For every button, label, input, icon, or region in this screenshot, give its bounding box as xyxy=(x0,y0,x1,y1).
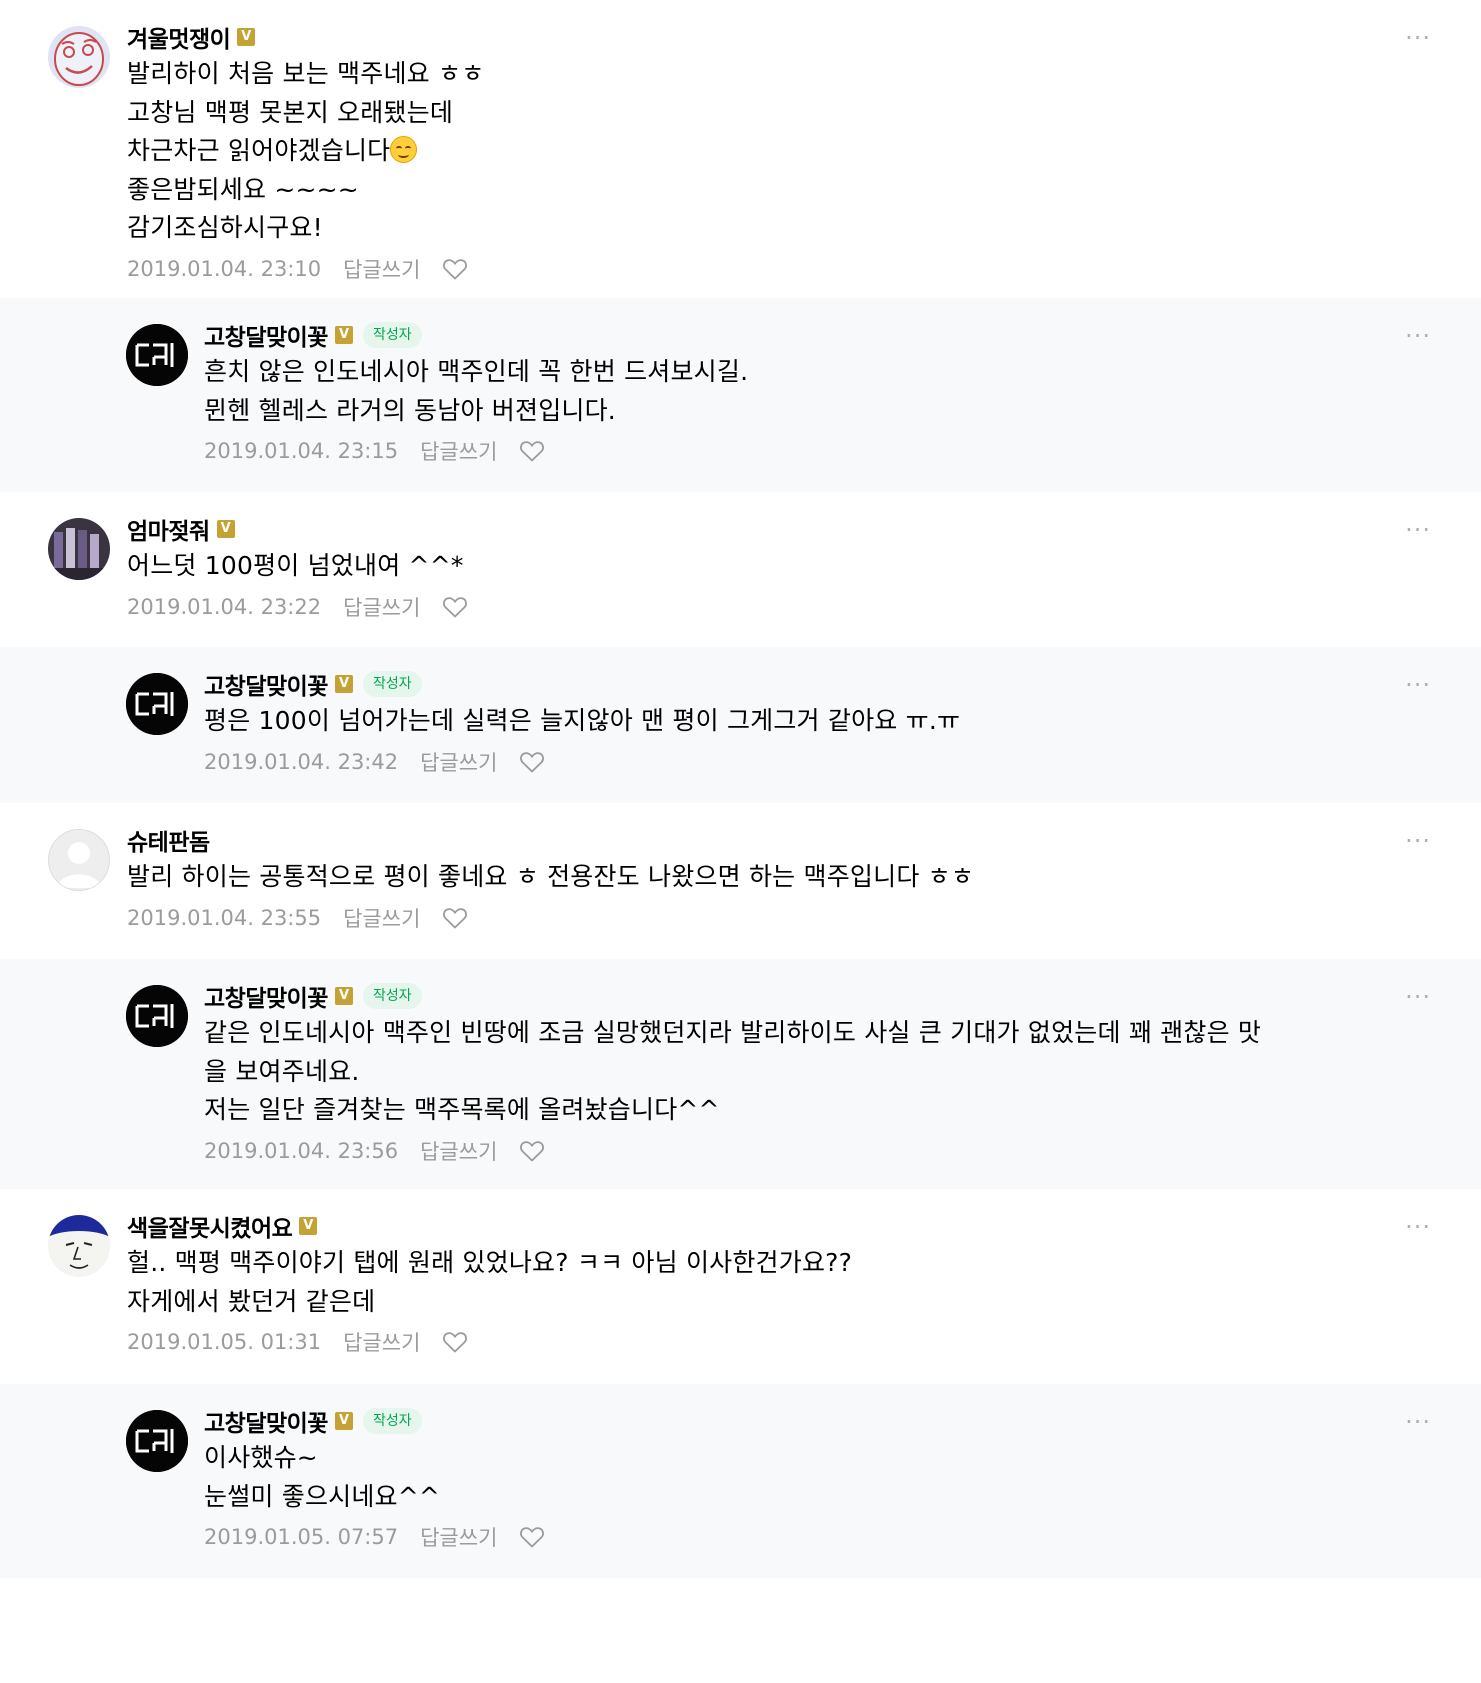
nickname[interactable]: 슈테판돔 xyxy=(127,823,210,857)
comment-date: 2019.01.05. 07:57 xyxy=(204,1525,399,1549)
verified-badge-icon: V xyxy=(216,520,235,538)
avatar[interactable] xyxy=(126,324,188,386)
reply-item: 고창달맞이꽃 V 작성자 같은 인도네시아 맥주인 빈땅에 조금 실망했던지라 … xyxy=(0,959,1481,1189)
avatar[interactable] xyxy=(48,829,110,891)
comment-date: 2019.01.04. 23:42 xyxy=(204,749,399,774)
author-badge: 작성자 xyxy=(362,983,422,1009)
nickname[interactable]: 겨울멋쟁이 xyxy=(127,20,231,54)
heart-icon[interactable] xyxy=(442,1330,468,1354)
comment-item: 겨울멋쟁이 V 발리하이 처음 보는 맥주네요 ㅎㅎ 고창님 맥평 못본지 오래… xyxy=(0,0,1481,298)
author-badge: 작성자 xyxy=(362,322,422,348)
verified-badge-icon: V xyxy=(334,326,353,344)
comment-date: 2019.01.04. 23:22 xyxy=(127,594,322,619)
more-options-icon[interactable]: ··· xyxy=(1405,1410,1431,1434)
more-options-icon[interactable]: ··· xyxy=(1405,985,1431,1009)
verified-badge-icon: V xyxy=(334,1412,353,1430)
author-badge: 작성자 xyxy=(362,671,422,697)
comment-text: 어느덧 100평이 넘었내여 ^^* xyxy=(127,551,464,580)
reply-button[interactable]: 답글쓰기 xyxy=(420,1522,497,1552)
heart-icon[interactable] xyxy=(519,750,545,774)
reply-button[interactable]: 답글쓰기 xyxy=(343,592,420,622)
avatar[interactable] xyxy=(126,1410,188,1472)
nickname[interactable]: 엄마젖줘 xyxy=(127,512,210,546)
heart-icon[interactable] xyxy=(519,1139,545,1163)
heart-icon[interactable] xyxy=(519,1525,545,1549)
author-badge: 작성자 xyxy=(362,1408,422,1434)
heart-icon[interactable] xyxy=(442,257,468,281)
comment-text: 이사했슈~ 눈썰미 좋으시네요^^ xyxy=(204,1443,441,1511)
comment-date: 2019.01.05. 01:31 xyxy=(127,1330,322,1354)
reply-item: 고창달맞이꽃 V 작성자 평은 100이 넘어가는데 실력은 늘지않아 맨 평이… xyxy=(0,647,1481,803)
comment-text: 같은 인도네시아 맥주인 빈땅에 조금 실망했던지라 발리하이도 사실 큰 기대… xyxy=(204,1018,1262,1124)
avatar[interactable] xyxy=(48,518,110,580)
verified-badge-icon: V xyxy=(334,987,353,1005)
reply-button[interactable]: 답글쓰기 xyxy=(343,254,420,284)
heart-icon[interactable] xyxy=(442,906,468,930)
comment-date: 2019.01.04. 23:15 xyxy=(204,439,399,463)
verified-badge-icon: V xyxy=(334,675,353,693)
avatar[interactable] xyxy=(126,985,188,1047)
more-options-icon[interactable]: ··· xyxy=(1405,26,1431,50)
comment-item: 엄마젖줘 V 어느덧 100평이 넘었내여 ^^* 2019.01.04. 23… xyxy=(0,492,1481,647)
comment-text: 발리 하이는 공통적으로 평이 좋네요 ㅎ 전용잔도 나왔으면 하는 맥주입니다… xyxy=(127,862,975,891)
more-options-icon[interactable]: ··· xyxy=(1405,673,1431,697)
reply-button[interactable]: 답글쓰기 xyxy=(343,1327,420,1357)
comment-item: 슈테판돔 발리 하이는 공통적으로 평이 좋네요 ㅎ 전용잔도 나왔으면 하는 … xyxy=(0,803,1481,959)
comment-date: 2019.01.04. 23:55 xyxy=(127,905,322,930)
nickname[interactable]: 색을잘못시켰어요 xyxy=(127,1209,293,1243)
avatar[interactable] xyxy=(48,26,110,88)
reply-item: 고창달맞이꽃 V 작성자 이사했슈~ 눈썰미 좋으시네요^^ 2019.01.0… xyxy=(0,1384,1481,1578)
reply-item: 고창달맞이꽃 V 작성자 흔치 않은 인도네시아 맥주인데 꼭 한번 드셔보시길… xyxy=(0,298,1481,492)
comment-text: 평은 100이 넘어가는데 실력은 늘지않아 맨 평이 그게그거 같아요 ㅠ.ㅠ xyxy=(204,706,961,735)
smiling-face-emoji-icon xyxy=(390,136,418,163)
nickname[interactable]: 고창달맞이꽃 xyxy=(204,318,328,352)
heart-icon[interactable] xyxy=(442,595,468,619)
heart-icon[interactable] xyxy=(519,439,545,463)
comment-date: 2019.01.04. 23:56 xyxy=(204,1138,399,1163)
more-options-icon[interactable]: ··· xyxy=(1405,324,1431,348)
comment-text: 발리하이 처음 보는 맥주네요 ㅎㅎ 고창님 맥평 못본지 오래됐는데 차근차근… xyxy=(127,59,485,242)
verified-badge-icon: V xyxy=(237,28,256,46)
nickname[interactable]: 고창달맞이꽃 xyxy=(204,1404,328,1438)
more-options-icon[interactable]: ··· xyxy=(1405,1215,1431,1239)
more-options-icon[interactable]: ··· xyxy=(1405,829,1431,853)
avatar[interactable] xyxy=(48,1215,110,1277)
nickname[interactable]: 고창달맞이꽃 xyxy=(204,979,328,1013)
nickname[interactable]: 고창달맞이꽃 xyxy=(204,667,328,701)
reply-button[interactable]: 답글쓰기 xyxy=(343,903,420,933)
verified-badge-icon: V xyxy=(299,1217,318,1235)
reply-button[interactable]: 답글쓰기 xyxy=(420,436,497,466)
comment-item: 색을잘못시켰어요 V 헐.. 맥평 맥주이야기 탭에 원래 있었나요? ㅋㅋ 아… xyxy=(0,1189,1481,1384)
more-options-icon[interactable]: ··· xyxy=(1405,518,1431,542)
reply-button[interactable]: 답글쓰기 xyxy=(420,747,497,777)
comment-date: 2019.01.04. 23:10 xyxy=(127,256,322,281)
comment-text: 헐.. 맥평 맥주이야기 탭에 원래 있었나요? ㅋㅋ 아님 이사한건가요?? … xyxy=(127,1248,853,1316)
avatar[interactable] xyxy=(126,673,188,735)
comment-text: 흔치 않은 인도네시아 맥주인데 꼭 한번 드셔보시길. 뮌헨 헬레스 라거의 … xyxy=(204,357,749,425)
reply-button[interactable]: 답글쓰기 xyxy=(420,1136,497,1166)
